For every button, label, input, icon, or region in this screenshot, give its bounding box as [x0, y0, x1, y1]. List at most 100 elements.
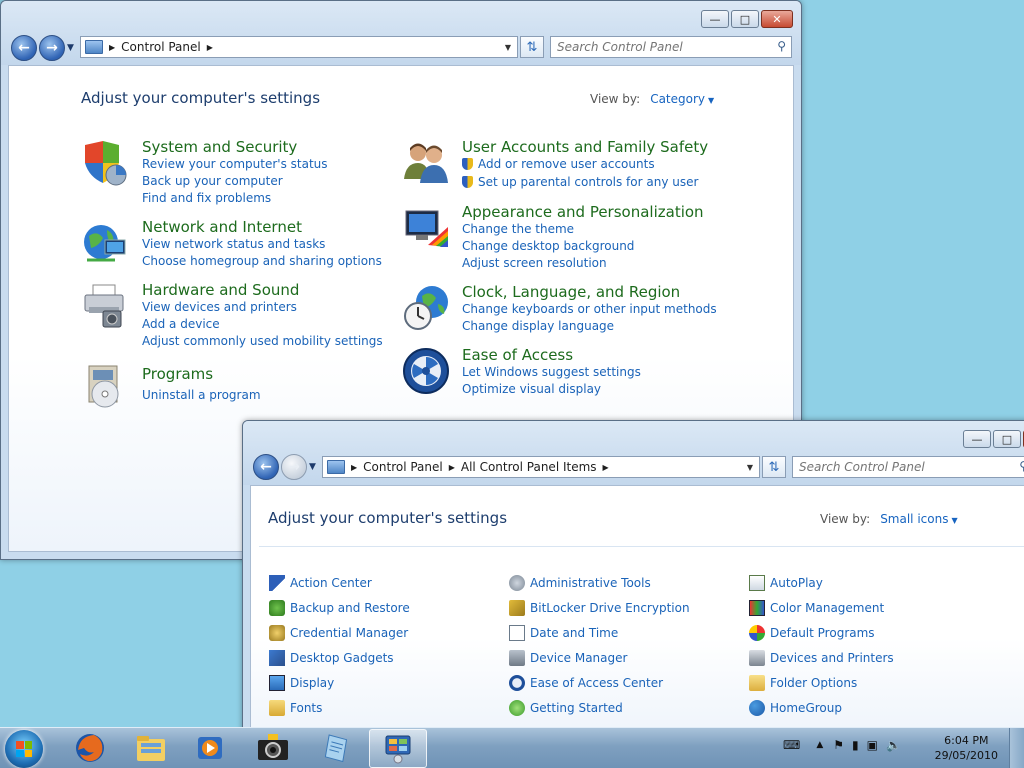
category-title[interactable]: Hardware and Sound [142, 281, 383, 299]
show-hidden-icons-icon[interactable]: ▲ [816, 740, 823, 750]
breadcrumb-separator-icon[interactable]: ▶ [603, 463, 609, 472]
category-link[interactable]: Adjust screen resolution [462, 255, 704, 272]
item-label[interactable]: HomeGroup [770, 701, 842, 715]
category-link[interactable]: Back up your computer [142, 173, 328, 190]
taskbar-notepad[interactable] [307, 729, 363, 766]
category-link[interactable]: Add a device [142, 316, 383, 333]
power-icon[interactable]: ▮ [852, 738, 859, 752]
item-folder-options[interactable]: Folder Options [749, 675, 857, 691]
view-by-value[interactable]: Category [650, 92, 705, 106]
address-bar[interactable]: ▶ Control Panel ▶ ▼ [80, 36, 518, 58]
category-link[interactable]: Change display language [462, 318, 717, 335]
category-link[interactable]: Let Windows suggest settings [462, 364, 641, 381]
category-title[interactable]: User Accounts and Family Safety [462, 138, 708, 156]
close-button[interactable]: ✕ [761, 10, 793, 28]
breadcrumb-separator-icon[interactable]: ▶ [351, 463, 357, 472]
item-credential-manager[interactable]: Credential Manager [269, 625, 408, 641]
item-label[interactable]: Action Center [290, 576, 372, 590]
category-link[interactable]: Change keyboards or other input methods [462, 301, 717, 318]
search-box[interactable]: ⚲ [550, 36, 792, 58]
category-link[interactable]: View network status and tasks [142, 236, 382, 253]
chevron-down-icon[interactable]: ▼ [708, 96, 714, 105]
item-label[interactable]: Getting Started [530, 701, 623, 715]
users-icon[interactable] [402, 139, 450, 187]
item-label[interactable]: Fonts [290, 701, 322, 715]
category-link[interactable]: Add or remove user accounts [462, 156, 708, 173]
view-by-value[interactable]: Small icons [880, 512, 948, 526]
item-label[interactable]: Desktop Gadgets [290, 651, 394, 665]
address-dropdown-icon[interactable]: ▼ [747, 463, 753, 472]
category-title[interactable]: Network and Internet [142, 218, 382, 236]
minimize-button[interactable]: — [701, 10, 729, 28]
category-link[interactable]: Optimize visual display [462, 381, 641, 398]
taskbar-firefox[interactable] [62, 729, 118, 766]
category-link[interactable]: View devices and printers [142, 299, 383, 316]
recent-pages-dropdown[interactable]: ▼ [67, 43, 74, 53]
breadcrumb-separator-icon[interactable]: ▶ [449, 463, 455, 472]
action-center-flag-icon[interactable]: ⚑ [833, 738, 844, 752]
category-link-text[interactable]: Add or remove user accounts [478, 157, 655, 171]
search-input[interactable] [551, 39, 791, 55]
item-device-manager[interactable]: Device Manager [509, 650, 627, 666]
item-display[interactable]: Display [269, 675, 334, 691]
clock-globe-icon[interactable] [402, 284, 450, 332]
category-title[interactable]: System and Security [142, 138, 328, 156]
item-label[interactable]: Default Programs [770, 626, 875, 640]
network-icon[interactable]: ▣ [867, 738, 878, 752]
address-bar[interactable]: ▶ Control Panel ▶ All Control Panel Item… [322, 456, 760, 478]
item-devices-printers[interactable]: Devices and Printers [749, 650, 894, 666]
item-label[interactable]: Folder Options [770, 676, 857, 690]
item-action-center[interactable]: Action Center [269, 575, 372, 591]
recent-pages-dropdown[interactable]: ▼ [309, 462, 316, 472]
item-label[interactable]: Display [290, 676, 334, 690]
view-by-control[interactable]: View by: Category ▼ [590, 92, 714, 106]
item-label[interactable]: Device Manager [530, 651, 627, 665]
printer-hardware-icon[interactable] [81, 281, 129, 329]
volume-icon[interactable]: 🔈 [886, 738, 901, 752]
monitor-palette-icon[interactable] [402, 205, 450, 253]
keyboard-icon[interactable]: ⌨ [783, 738, 800, 752]
breadcrumb-control-panel[interactable]: Control Panel [363, 460, 443, 474]
category-link[interactable]: Find and fix problems [142, 190, 328, 207]
category-link-text[interactable]: Set up parental controls for any user [478, 175, 698, 189]
item-fonts[interactable]: Fonts [269, 700, 322, 716]
item-getting-started[interactable]: Getting Started [509, 700, 623, 716]
back-button[interactable]: ← [11, 35, 37, 61]
search-icon[interactable]: ⚲ [1019, 459, 1024, 473]
start-button[interactable] [5, 730, 43, 768]
breadcrumb-all-items[interactable]: All Control Panel Items [461, 460, 597, 474]
item-label[interactable]: Date and Time [530, 626, 618, 640]
view-by-control[interactable]: View by: Small icons ▼ [820, 512, 958, 526]
search-box[interactable]: ⚲ [792, 456, 1024, 478]
item-label[interactable]: BitLocker Drive Encryption [530, 601, 690, 615]
search-input[interactable] [793, 459, 1024, 475]
refresh-button[interactable]: ⇅ [520, 36, 544, 58]
clock[interactable]: 6:04 PM 29/05/2010 [935, 733, 998, 763]
item-label[interactable]: Backup and Restore [290, 601, 410, 615]
breadcrumb-control-panel[interactable]: Control Panel [121, 40, 201, 54]
item-administrative-tools[interactable]: Administrative Tools [509, 575, 651, 591]
item-ease-of-access-center[interactable]: Ease of Access Center [509, 675, 663, 691]
item-autoplay[interactable]: AutoPlay [749, 575, 823, 591]
item-date-time[interactable]: Date and Time [509, 625, 618, 641]
maximize-button[interactable]: □ [993, 430, 1021, 448]
shield-system-icon[interactable] [81, 139, 129, 187]
item-label[interactable]: Administrative Tools [530, 576, 651, 590]
category-link[interactable]: Choose homegroup and sharing options [142, 253, 382, 270]
category-link[interactable]: Adjust commonly used mobility settings [142, 333, 383, 350]
item-label[interactable]: Credential Manager [290, 626, 408, 640]
category-title[interactable]: Programs [142, 365, 261, 383]
breadcrumb-separator-icon[interactable]: ▶ [109, 43, 115, 52]
category-link[interactable]: Change desktop background [462, 238, 704, 255]
forward-button[interactable]: → [39, 35, 65, 61]
taskbar-camera[interactable] [245, 729, 301, 766]
item-default-programs[interactable]: Default Programs [749, 625, 875, 641]
item-desktop-gadgets[interactable]: Desktop Gadgets [269, 650, 394, 666]
item-homegroup[interactable]: HomeGroup [749, 700, 842, 716]
programs-disc-icon[interactable] [81, 362, 129, 410]
category-title[interactable]: Clock, Language, and Region [462, 283, 717, 301]
category-link[interactable]: Uninstall a program [142, 387, 261, 404]
chevron-down-icon[interactable]: ▼ [951, 516, 957, 525]
ease-of-access-icon[interactable] [402, 347, 450, 395]
category-link[interactable]: Change the theme [462, 221, 704, 238]
